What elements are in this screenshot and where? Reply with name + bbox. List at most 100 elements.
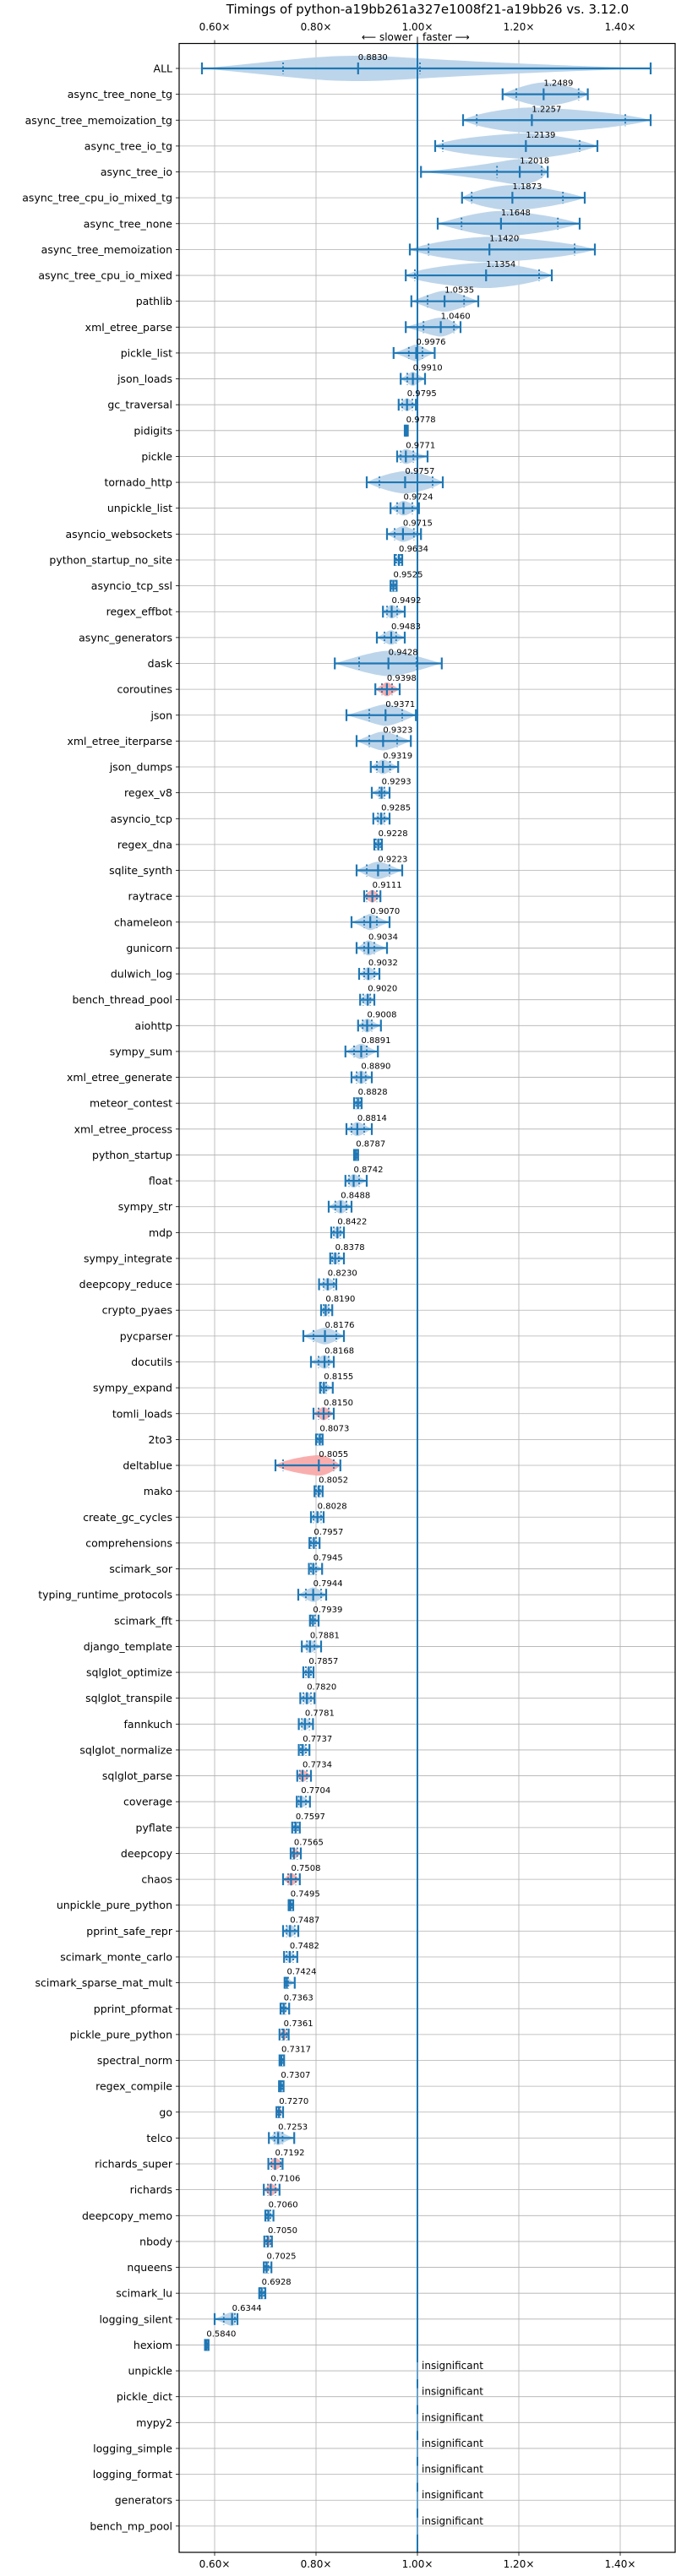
value-label: 0.9223 xyxy=(378,856,407,865)
x-tick-label: 0.60× xyxy=(199,21,231,33)
value-label: 0.7482 xyxy=(290,1942,319,1951)
insignificant-label: insignificant xyxy=(422,2360,483,2372)
benchmark-label: pickle xyxy=(141,450,172,463)
benchmark-label: json_loads xyxy=(117,372,172,385)
benchmark-label: scimark_lu xyxy=(116,2287,172,2300)
benchmark-label: async_tree_none xyxy=(84,217,173,230)
value-label: 0.9757 xyxy=(405,467,434,476)
benchmark-label: sympy_str xyxy=(118,1200,173,1213)
value-label: 0.7957 xyxy=(313,1528,343,1537)
value-label: 0.9910 xyxy=(413,364,443,373)
benchmark-label: sqlglot_optimize xyxy=(86,1666,172,1679)
value-label: 0.9285 xyxy=(381,803,411,812)
value-label: 0.8742 xyxy=(354,1166,384,1175)
value-label: 1.0460 xyxy=(441,312,471,321)
benchmark-label: pathlib xyxy=(136,295,172,307)
value-label: 0.9371 xyxy=(385,700,415,709)
value-label: 0.9771 xyxy=(406,441,435,450)
benchmark-label: pprint_safe_repr xyxy=(86,1925,173,1937)
value-label: 1.1420 xyxy=(489,234,519,243)
faster-label: faster ⟶ xyxy=(422,31,470,43)
violin-chart: Timings of python-a19bb261a327e1008f21-a… xyxy=(22,2,676,2570)
benchmark-label: gunicorn xyxy=(126,942,172,954)
benchmark-label: mako xyxy=(144,1485,172,1497)
bottom-x-axis: 0.60× 0.80× 1.00× 1.20× 1.40× xyxy=(199,2552,635,2570)
benchmark-label: regex_effbot xyxy=(106,606,172,618)
value-label: 0.8814 xyxy=(357,1114,387,1123)
benchmark-label: deepcopy_memo xyxy=(82,2209,172,2222)
value-label: 0.6928 xyxy=(262,2278,292,2287)
benchmark-label: create_gc_cycles xyxy=(83,1511,172,1524)
benchmark-rows: ALL 0.8830 async_tree_none_tg 1.2489 async_t… xyxy=(22,53,652,2535)
value-label: 0.7857 xyxy=(308,1657,338,1666)
benchmark-label: go xyxy=(159,2106,172,2118)
benchmark-label: async_tree_io xyxy=(101,166,172,178)
benchmark-label: coverage xyxy=(123,1796,172,1808)
benchmark-label: dask xyxy=(148,657,173,670)
value-label: 0.7781 xyxy=(305,1709,335,1718)
benchmark-label: scimark_fft xyxy=(114,1614,172,1627)
x-tick-label: 0.60× xyxy=(199,2558,231,2570)
value-label: 1.2018 xyxy=(520,157,549,166)
value-label: 0.9525 xyxy=(394,571,423,580)
benchmark-label: meteor_contest xyxy=(90,1097,172,1110)
value-label: 0.8378 xyxy=(335,1243,365,1253)
value-label: 0.8168 xyxy=(324,1347,354,1356)
benchmark-label: pyflate xyxy=(136,1821,173,1834)
benchmark-label: asyncio_websockets xyxy=(65,528,172,541)
value-label: 1.2257 xyxy=(532,105,561,114)
benchmark-label: tornado_http xyxy=(104,476,172,489)
benchmark-label: async_generators xyxy=(79,631,172,644)
benchmark-label: python_startup_no_site xyxy=(49,553,172,566)
value-label: 0.7565 xyxy=(294,1838,324,1847)
value-label: 0.9778 xyxy=(406,416,436,425)
benchmark-label: 2to3 xyxy=(149,1433,172,1446)
value-label: 0.7734 xyxy=(303,1761,332,1770)
insignificant-label: insignificant xyxy=(422,2464,483,2475)
value-label: 0.8890 xyxy=(361,1062,390,1072)
benchmark-label: generators xyxy=(115,2494,172,2507)
value-label: 0.5840 xyxy=(206,2329,236,2339)
benchmark-label: ALL xyxy=(154,62,173,75)
value-label: 0.7597 xyxy=(296,1812,325,1822)
benchmark-label: xml_etree_generate xyxy=(67,1071,172,1084)
benchmark-label: richards_super xyxy=(95,2158,173,2171)
violins xyxy=(202,56,651,2350)
benchmark-label: regex_dna xyxy=(117,838,172,851)
value-label: 0.7050 xyxy=(268,2226,297,2236)
value-label: 0.9428 xyxy=(389,648,418,657)
benchmark-label: django_template xyxy=(84,1640,173,1653)
value-label: 0.7704 xyxy=(301,1786,330,1796)
benchmark-label: logging_simple xyxy=(93,2442,172,2454)
benchmark-label: scimark_monte_carlo xyxy=(60,1950,172,1963)
x-tick-label: 1.00× xyxy=(402,2558,433,2570)
benchmark-label: chaos xyxy=(141,1873,172,1886)
chart-title: Timings of python-a19bb261a327e1008f21-a… xyxy=(226,2,629,17)
value-label: 0.7361 xyxy=(284,2019,313,2029)
value-label: 0.8830 xyxy=(358,53,388,62)
benchmark-label: bench_thread_pool xyxy=(72,993,172,1006)
benchmark-label: deepcopy xyxy=(121,1847,173,1860)
value-label: 0.8422 xyxy=(337,1217,367,1226)
benchmark-label: sqlglot_normalize xyxy=(79,1743,172,1756)
slower-label: ⟵ slower xyxy=(362,31,412,43)
benchmark-label: pycparser xyxy=(120,1329,173,1342)
value-label: 0.8230 xyxy=(328,1269,357,1279)
benchmark-label: crypto_pyaes xyxy=(102,1304,172,1317)
benchmark-label: gc_traversal xyxy=(107,399,172,411)
benchmark-label: nqueens xyxy=(127,2261,172,2274)
value-label: 1.1354 xyxy=(486,260,515,269)
value-label: 0.7317 xyxy=(281,2046,311,2055)
value-label: 0.7424 xyxy=(286,1968,316,1977)
insignificant-label: insignificant xyxy=(422,2489,483,2501)
value-label: 0.7737 xyxy=(303,1735,332,1744)
value-label: 1.1873 xyxy=(512,182,542,192)
value-label: 0.7060 xyxy=(269,2200,298,2209)
value-label: 0.8488 xyxy=(341,1192,370,1201)
benchmark-label: typing_runtime_protocols xyxy=(38,1589,172,1601)
benchmark-label: python_startup xyxy=(92,1149,172,1161)
benchmark-label: regex_v8 xyxy=(124,786,172,799)
value-label: 0.7820 xyxy=(307,1683,336,1693)
benchmark-label: aiohttp xyxy=(135,1019,173,1032)
value-label: 0.7508 xyxy=(291,1864,320,1873)
